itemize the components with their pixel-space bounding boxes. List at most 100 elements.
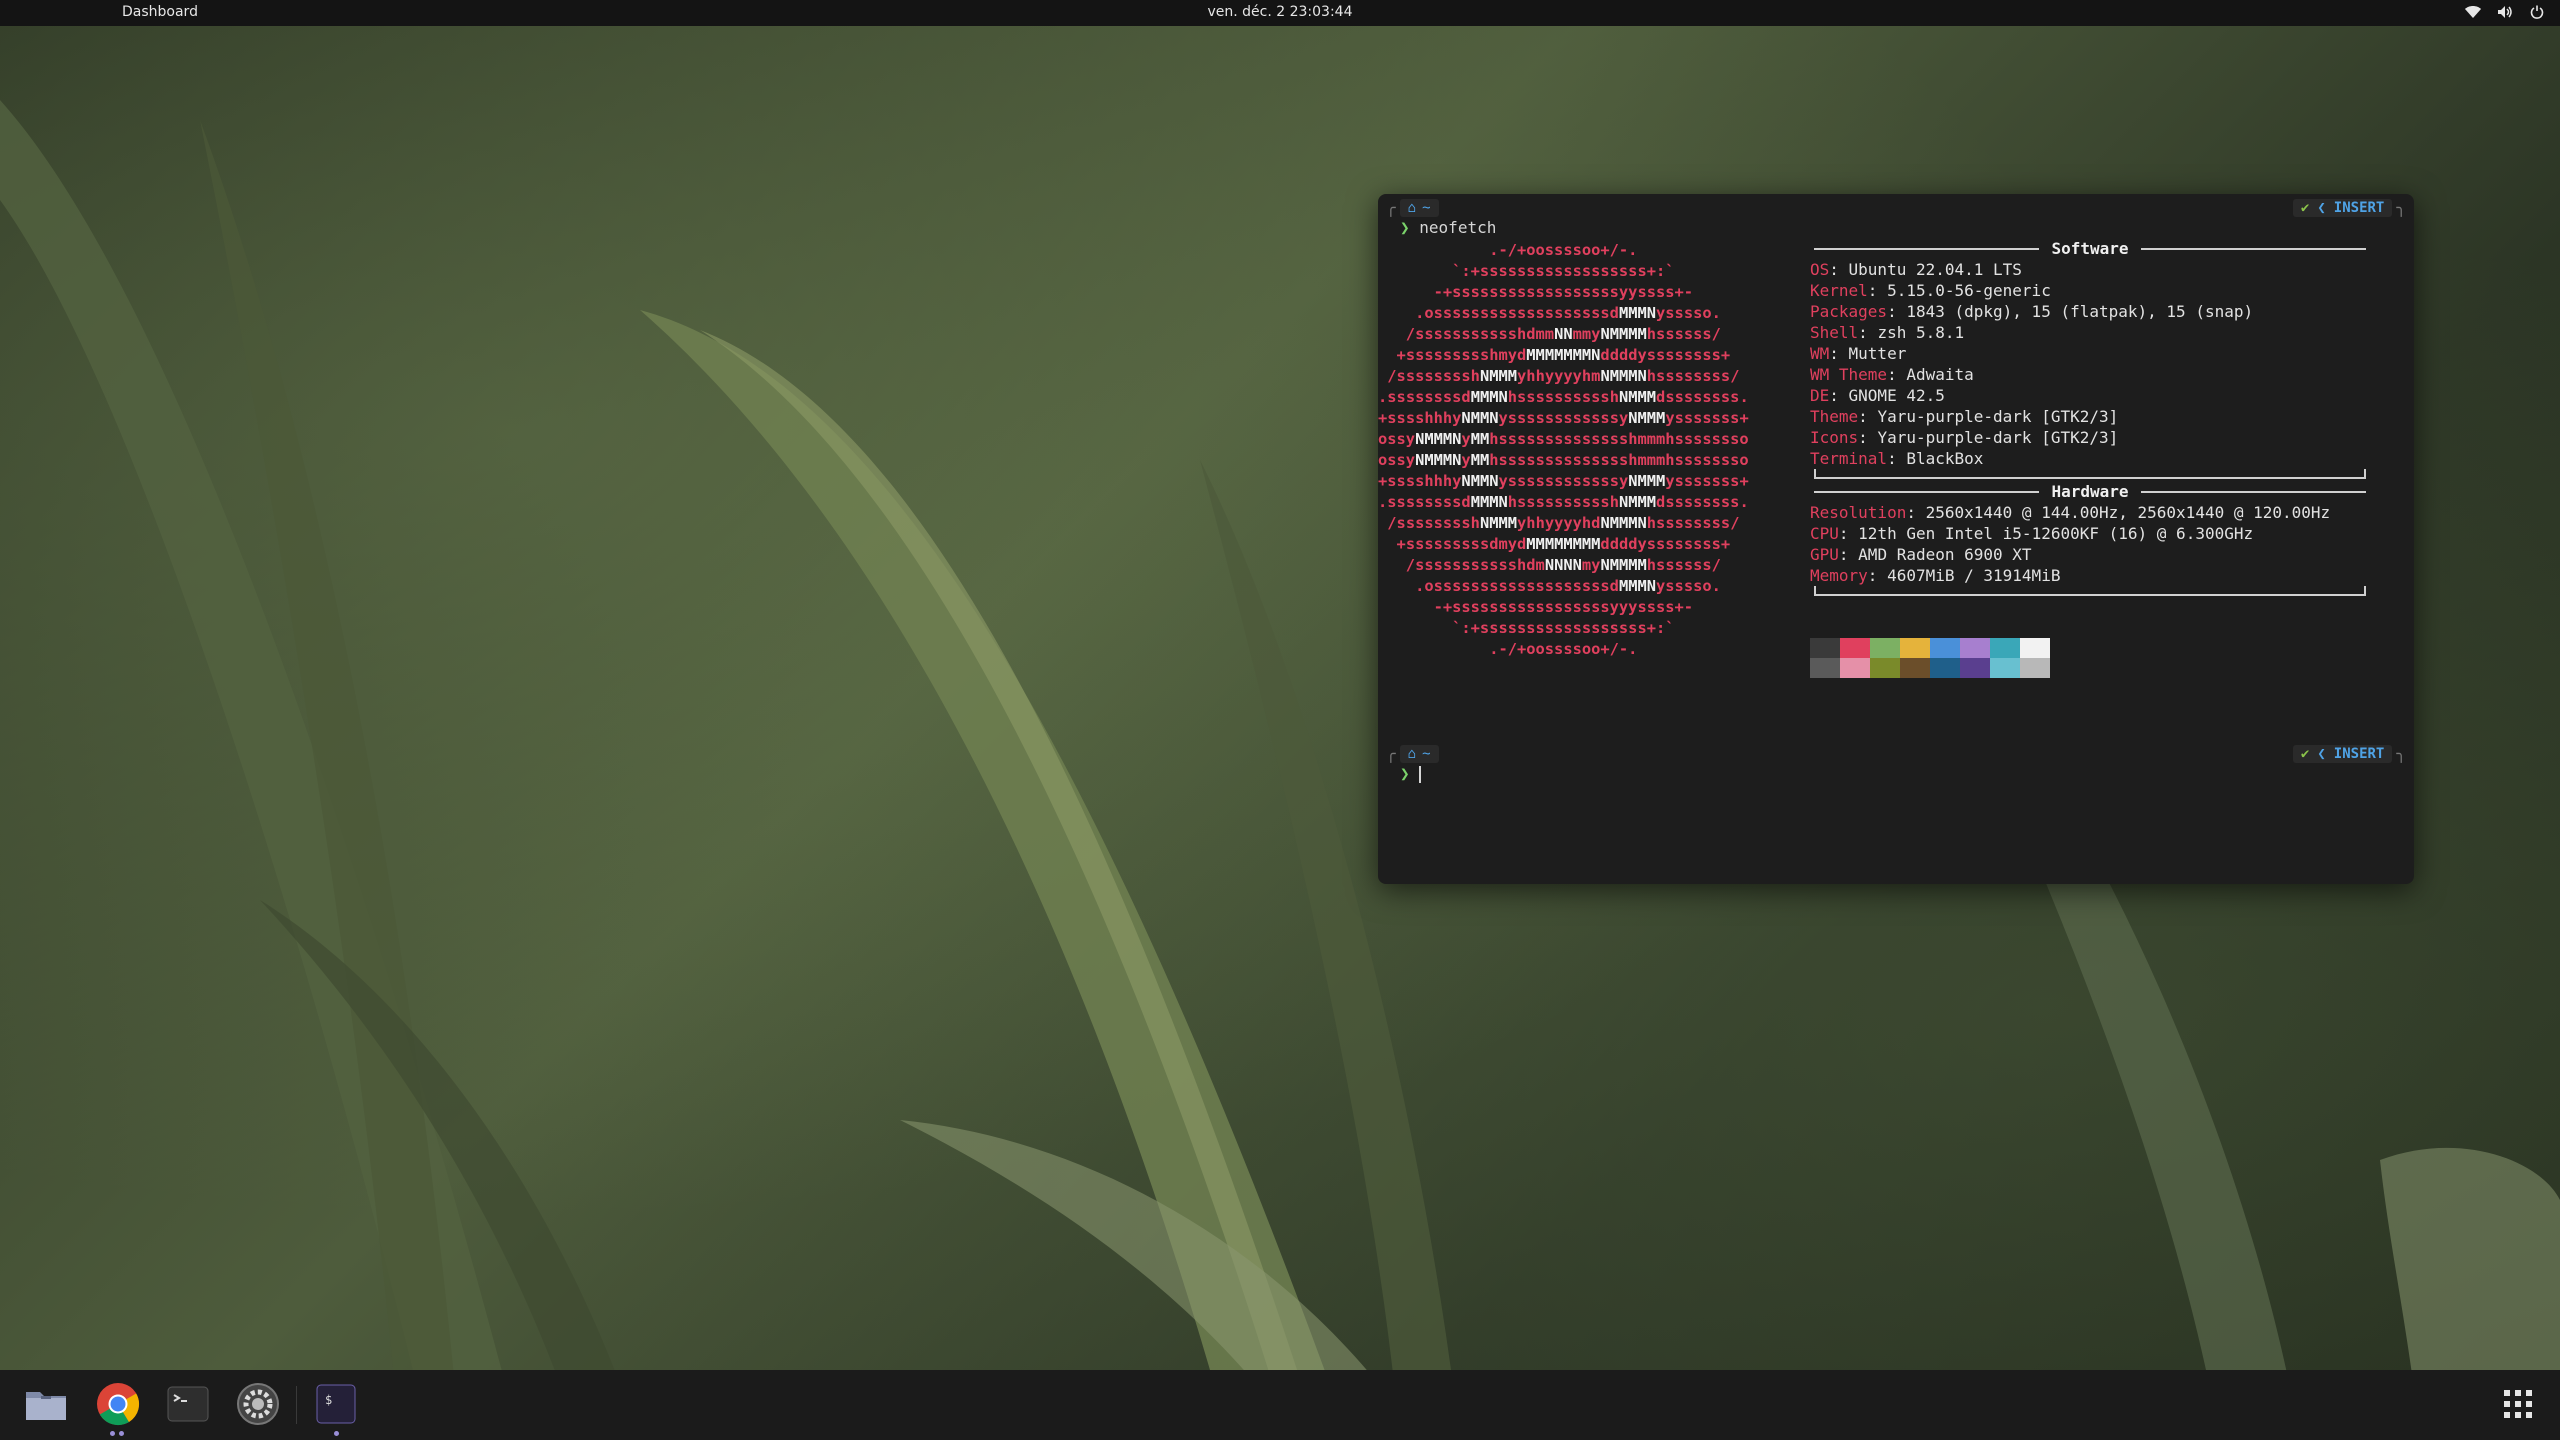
chevron-left-icon: ❮ xyxy=(2317,199,2326,216)
running-indicator xyxy=(110,1431,115,1436)
chrome-icon xyxy=(96,1382,140,1430)
ascii-line: .ssssssssdMMMNhsssssssssshNMMMdssssssss. xyxy=(1378,388,1749,406)
info-key: WM xyxy=(1810,344,1830,363)
ascii-line: +ssssssssshmydMMMMMMMNddddyssssssss+ xyxy=(1378,346,1731,364)
system-tray[interactable] xyxy=(2464,3,2546,21)
palette-swatch xyxy=(1900,638,1930,658)
info-key: WM Theme xyxy=(1810,365,1888,384)
info-key: OS xyxy=(1810,260,1830,279)
prompt-arrow-icon: ❯ xyxy=(1400,218,1410,237)
palette-swatch xyxy=(1840,658,1870,678)
chevron-left-icon: ❮ xyxy=(2317,745,2326,762)
command-line: ❯ neofetch xyxy=(1400,218,1496,237)
info-value: BlackBox xyxy=(1906,449,1984,468)
prompt-dir-segment: ⌂ ~ xyxy=(1399,744,1439,763)
terminal-app-button[interactable] xyxy=(164,1382,212,1430)
power-icon[interactable] xyxy=(2528,3,2546,21)
info-value: Yaru-purple-dark [GTK2/3] xyxy=(1877,428,2119,447)
info-key: Kernel xyxy=(1810,281,1868,300)
info-value: Adwaita xyxy=(1906,365,1974,384)
prompt-bar-top: ╭ ⌂ ~ ✔ ❮ INSERT ╮ xyxy=(1386,198,2406,220)
prompt-bracket: ╭ xyxy=(1386,744,1396,763)
info-value: 5.15.0-56-generic xyxy=(1887,281,2051,300)
info-row: Terminal: BlackBox xyxy=(1810,449,1984,468)
palette-swatch xyxy=(2020,658,2050,678)
info-key: Theme xyxy=(1810,407,1859,426)
ascii-line: `:+ssssssssssssssssss+:` xyxy=(1378,262,1675,280)
palette-swatch xyxy=(1870,658,1900,678)
info-row: Resolution: 2560x1440 @ 144.00Hz, 2560x1… xyxy=(1810,503,2331,522)
info-row: Theme: Yaru-purple-dark [GTK2/3] xyxy=(1810,407,2119,426)
files-app-button[interactable] xyxy=(22,1382,70,1430)
info-row: WM Theme: Adwaita xyxy=(1810,365,1974,384)
ascii-line: -+sssssssssssssssssyyyssss+- xyxy=(1378,598,1694,616)
info-row: Packages: 1843 (dpkg), 15 (flatpak), 15 … xyxy=(1810,302,2254,321)
system-info: Software OS: Ubuntu 22.04.1 LTS Kernel: 5… xyxy=(1810,238,2370,598)
prompt-bracket-right: ╮ xyxy=(2396,744,2406,763)
running-indicator xyxy=(119,1431,124,1436)
command-input[interactable]: ❯ xyxy=(1400,764,1422,783)
palette-swatch xyxy=(1930,638,1960,658)
prompt-bracket-right: ╮ xyxy=(2396,198,2406,217)
info-row: DE: GNOME 42.5 xyxy=(1810,386,1945,405)
color-palette xyxy=(1810,638,2050,678)
info-value: GNOME 42.5 xyxy=(1848,386,1945,405)
running-indicator xyxy=(334,1431,339,1436)
software-footer xyxy=(1810,469,2370,481)
prompt-mode-segment: ✔ ❮ INSERT xyxy=(2292,744,2393,763)
blackbox-app-button[interactable]: $ xyxy=(312,1382,360,1436)
dock-separator xyxy=(296,1386,297,1424)
palette-swatch xyxy=(2020,638,2050,658)
wifi-icon[interactable] xyxy=(2464,3,2482,21)
gear-icon xyxy=(236,1382,280,1430)
info-value: AMD Radeon 6900 XT xyxy=(1858,545,2032,564)
terminal-icon xyxy=(167,1386,209,1426)
palette-swatch xyxy=(1990,658,2020,678)
info-value: Ubuntu 22.04.1 LTS xyxy=(1848,260,2022,279)
info-row: OS: Ubuntu 22.04.1 LTS xyxy=(1810,260,2022,279)
ascii-line: /ssssssssssshdmmNNmmyNMMMMhssssss/ xyxy=(1378,325,1721,343)
settings-app-button[interactable] xyxy=(234,1382,282,1430)
ascii-line: /ssssssssssshdmNNNNmyNMMMMhssssss/ xyxy=(1378,556,1721,574)
ubuntu-ascii-logo: .-/+oossssoo+/-. `:+ssssssssssssssssss+:… xyxy=(1378,240,1786,660)
palette-swatch xyxy=(1900,658,1930,678)
info-row: CPU: 12th Gen Intel i5-12600KF (16) @ 6.… xyxy=(1810,524,2254,543)
info-row: Kernel: 5.15.0-56-generic xyxy=(1810,281,2051,300)
software-header: Software xyxy=(1810,238,2370,259)
palette-swatch xyxy=(1990,638,2020,658)
palette-swatch xyxy=(1840,638,1870,658)
hardware-header: Hardware xyxy=(1810,481,2370,502)
info-key: DE xyxy=(1810,386,1830,405)
palette-swatch xyxy=(1870,638,1900,658)
info-row: Icons: Yaru-purple-dark [GTK2/3] xyxy=(1810,428,2119,447)
prompt-arrow-icon: ❯ xyxy=(1400,764,1410,783)
ascii-line: .-/+oossssoo+/-. xyxy=(1378,640,1638,658)
command-text: neofetch xyxy=(1419,218,1497,237)
terminal-window[interactable]: ╭ ⌂ ~ ✔ ❮ INSERT ╮ ❯ neofetch .-/+oossss… xyxy=(1378,194,2414,884)
volume-icon[interactable] xyxy=(2496,3,2514,21)
info-value: Yaru-purple-dark [GTK2/3] xyxy=(1877,407,2119,426)
prompt-dir-segment: ⌂ ~ xyxy=(1399,198,1439,217)
palette-swatch xyxy=(1930,658,1960,678)
prompt-bar-bottom: ╭ ⌂ ~ ✔ ❮ INSERT ╮ xyxy=(1386,744,2406,766)
palette-swatch xyxy=(1810,638,1840,658)
prompt-mode-segment: ✔ ❮ INSERT xyxy=(2292,198,2393,217)
prompt-dir: ~ xyxy=(1422,199,1431,216)
check-icon: ✔ xyxy=(2300,745,2310,762)
chrome-app-button[interactable] xyxy=(94,1382,142,1436)
info-value: 1843 (dpkg), 15 (flatpak), 15 (snap) xyxy=(1906,302,2254,321)
svg-text:$: $ xyxy=(325,1393,332,1407)
palette-swatch xyxy=(1960,638,1990,658)
home-icon: ⌂ xyxy=(1407,745,1417,762)
info-key: Memory xyxy=(1810,566,1868,585)
ascii-line: +sssshhhyNMMNyssssssssssssyNMMMysssssss+ xyxy=(1378,472,1749,490)
clock[interactable]: ven. déc. 2 23:03:44 xyxy=(0,4,2560,20)
show-apps-button[interactable] xyxy=(2494,1382,2542,1430)
info-key: CPU xyxy=(1810,524,1839,543)
vi-mode: INSERT xyxy=(2333,745,2385,762)
hardware-footer xyxy=(1810,586,2370,598)
app-grid-icon xyxy=(2503,1389,2533,1423)
info-value: zsh 5.8.1 xyxy=(1877,323,1965,342)
info-key: GPU xyxy=(1810,545,1839,564)
ascii-line: +sssssssssdmydMMMMMMMMddddyssssssss+ xyxy=(1378,535,1731,553)
